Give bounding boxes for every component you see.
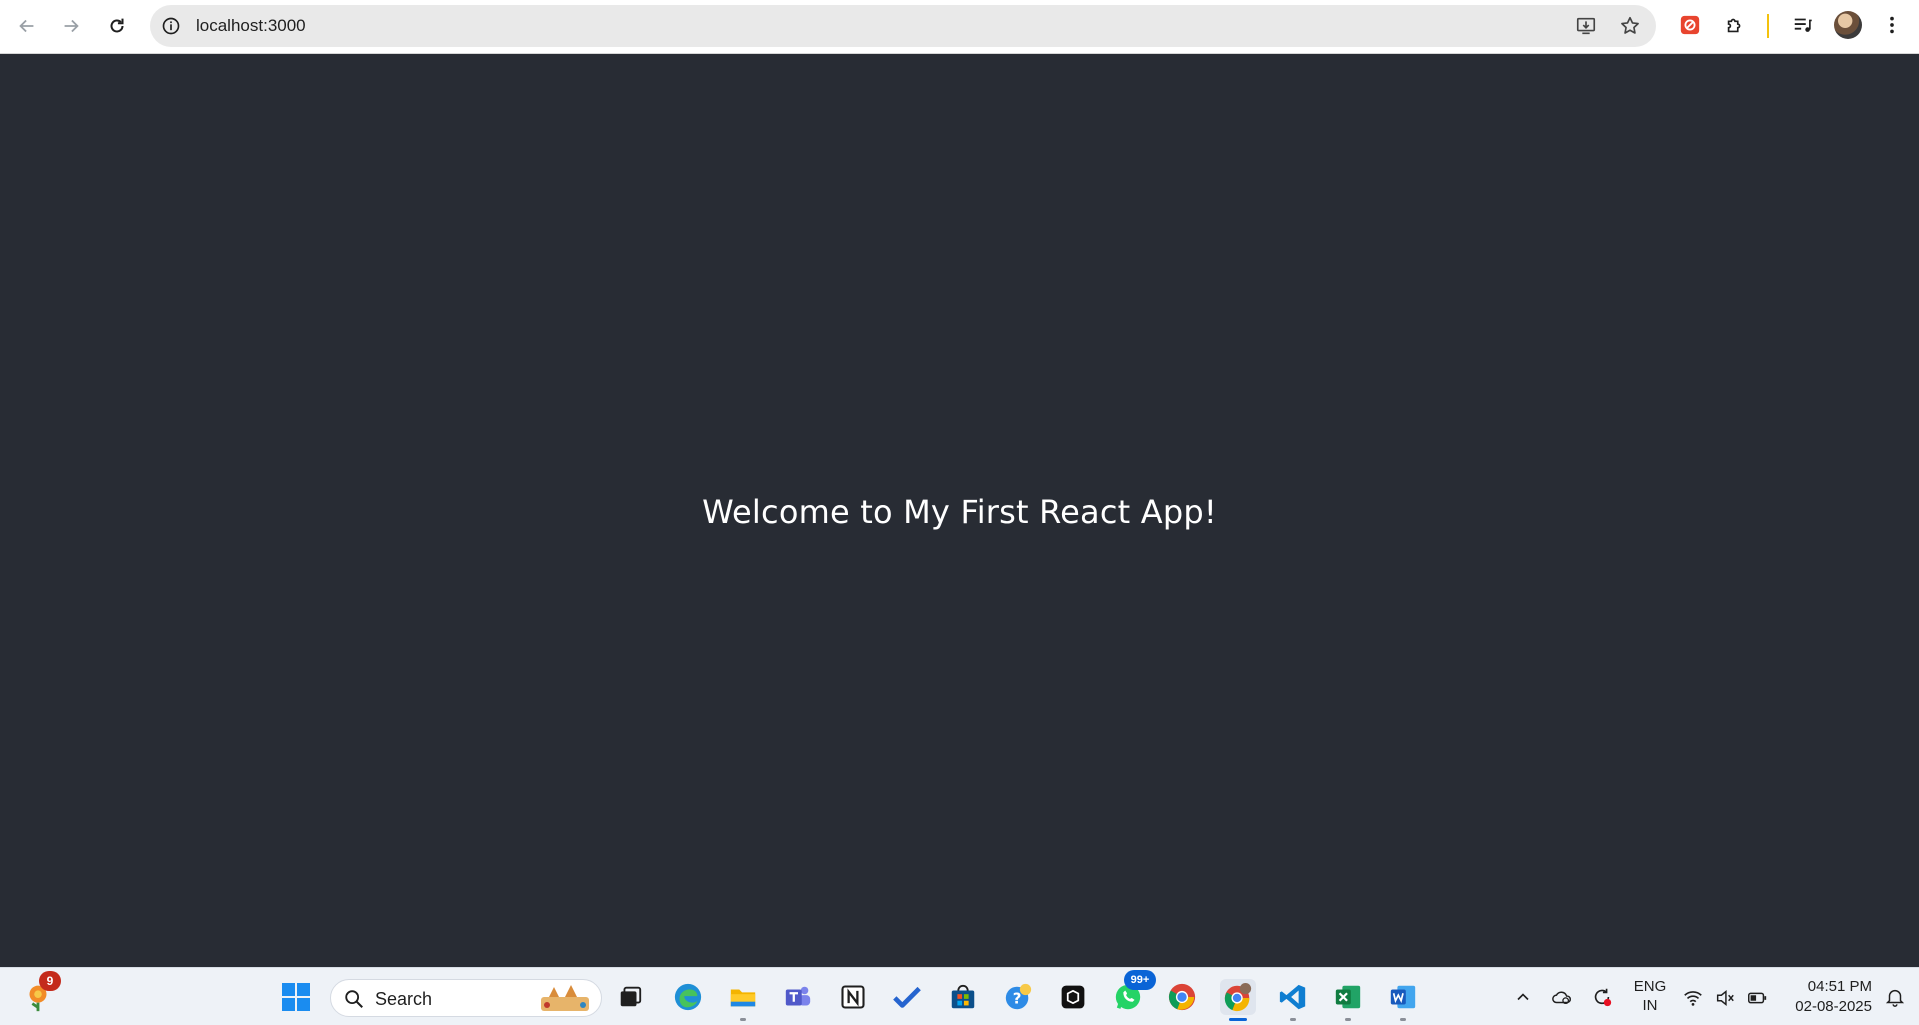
clock-time: 04:51 PM (1807, 978, 1872, 995)
teams-icon (785, 986, 811, 1006)
file-explorer-taskbar-button[interactable] (725, 979, 761, 1021)
notifications-button[interactable] (1877, 979, 1913, 1015)
refresh-alert-icon (1594, 988, 1612, 1007)
arrow-right-icon (64, 19, 79, 33)
start-button[interactable] (278, 979, 314, 1015)
edge-taskbar-button[interactable] (670, 979, 706, 1015)
excel-icon (1335, 985, 1361, 1009)
profile-avatar[interactable] (1834, 11, 1862, 39)
forward-button[interactable] (53, 8, 89, 44)
reload-icon (110, 18, 124, 33)
running-indicator (740, 1018, 746, 1021)
svg-text:?: ? (1013, 990, 1022, 1008)
toolbar-divider (1767, 14, 1769, 38)
show-hidden-icons-button[interactable] (1505, 979, 1541, 1015)
task-view-button[interactable] (612, 979, 648, 1015)
chrome-profile-icon (1224, 982, 1252, 1012)
widgets-badge: 9 (39, 971, 61, 991)
whatsapp-badge: 99+ (1124, 970, 1156, 990)
back-button[interactable] (9, 8, 45, 44)
onedrive-tray-button[interactable] (1544, 979, 1580, 1015)
word-icon (1390, 985, 1416, 1009)
search-highlight-image (541, 985, 589, 1011)
running-indicator (1345, 1018, 1351, 1021)
word-taskbar-button[interactable] (1385, 979, 1421, 1021)
language-indicator[interactable]: ENG IN (1630, 977, 1670, 1015)
notion-taskbar-button[interactable] (835, 979, 871, 1015)
welcome-heading: Welcome to My First React App! (702, 493, 1217, 531)
task-view-icon (620, 986, 642, 1007)
update-tray-button[interactable] (1584, 979, 1620, 1015)
media-controls-icon[interactable] (1791, 12, 1815, 38)
windows-logo-icon (282, 983, 310, 1011)
more-menu-icon[interactable] (1880, 12, 1904, 38)
store-bag-icon (951, 984, 975, 1009)
windows-taskbar: 9 Search ? 99+ ENG IN 04:51 PM 02-08-202… (0, 967, 1919, 1025)
browser-toolbar: localhost:3000 (0, 0, 1919, 54)
active-window-indicator (1229, 1018, 1247, 1021)
install-app-icon[interactable] (1574, 15, 1598, 37)
quick-settings-button[interactable] (1680, 979, 1776, 1015)
bell-icon (1885, 989, 1905, 1007)
taskbar-clock[interactable]: 04:51 PM 02-08-2025 (1776, 977, 1872, 1017)
todo-taskbar-button[interactable] (889, 979, 925, 1015)
search-icon (345, 990, 363, 1008)
arrow-left-icon (19, 19, 34, 33)
chrome-icon (1168, 983, 1196, 1011)
region-code: IN (1642, 997, 1658, 1014)
language-code: ENG (1633, 978, 1667, 995)
whatsapp-taskbar-button[interactable]: 99+ (1110, 970, 1156, 1015)
speaker-muted-icon (1716, 990, 1734, 1006)
teams-taskbar-button[interactable] (780, 979, 816, 1015)
running-indicator (1400, 1018, 1406, 1021)
app-taskbar-button[interactable] (1055, 979, 1091, 1015)
checkmark-icon (893, 986, 921, 1008)
vscode-icon (1279, 984, 1306, 1010)
vscode-taskbar-button[interactable] (1275, 979, 1311, 1021)
battery-icon (1748, 992, 1767, 1004)
site-info-icon[interactable] (160, 15, 182, 37)
chrome-taskbar-button[interactable] (1164, 979, 1200, 1015)
running-indicator (1290, 1018, 1296, 1021)
excel-taskbar-button[interactable] (1330, 979, 1366, 1021)
search-label: Search (375, 989, 433, 1009)
notion-icon (841, 985, 865, 1009)
edge-icon (674, 983, 702, 1011)
chevron-up-icon (1517, 993, 1529, 1001)
cloud-sync-icon (1552, 991, 1571, 1005)
help-icon: ? (1005, 983, 1032, 1010)
widgets-button[interactable]: 9 (20, 971, 61, 1015)
get-help-taskbar-button[interactable]: ? (1000, 979, 1036, 1015)
address-bar[interactable]: localhost:3000 (150, 5, 1656, 47)
extensions-puzzle-icon[interactable] (1723, 12, 1747, 38)
store-taskbar-button[interactable] (945, 979, 981, 1015)
clock-date: 02-08-2025 (1795, 998, 1872, 1015)
adblock-extension-icon[interactable] (1678, 12, 1702, 38)
taskbar-search[interactable]: Search (330, 979, 602, 1017)
folder-icon (730, 989, 756, 1007)
wifi-icon (1684, 991, 1702, 1006)
url-text: localhost:3000 (196, 16, 306, 35)
app-page: Welcome to My First React App! (0, 55, 1919, 967)
bookmark-star-icon[interactable] (1618, 15, 1642, 37)
chrome-profile-taskbar-button[interactable] (1220, 979, 1256, 1021)
reload-button[interactable] (99, 8, 135, 44)
cube-app-icon (1061, 985, 1085, 1009)
